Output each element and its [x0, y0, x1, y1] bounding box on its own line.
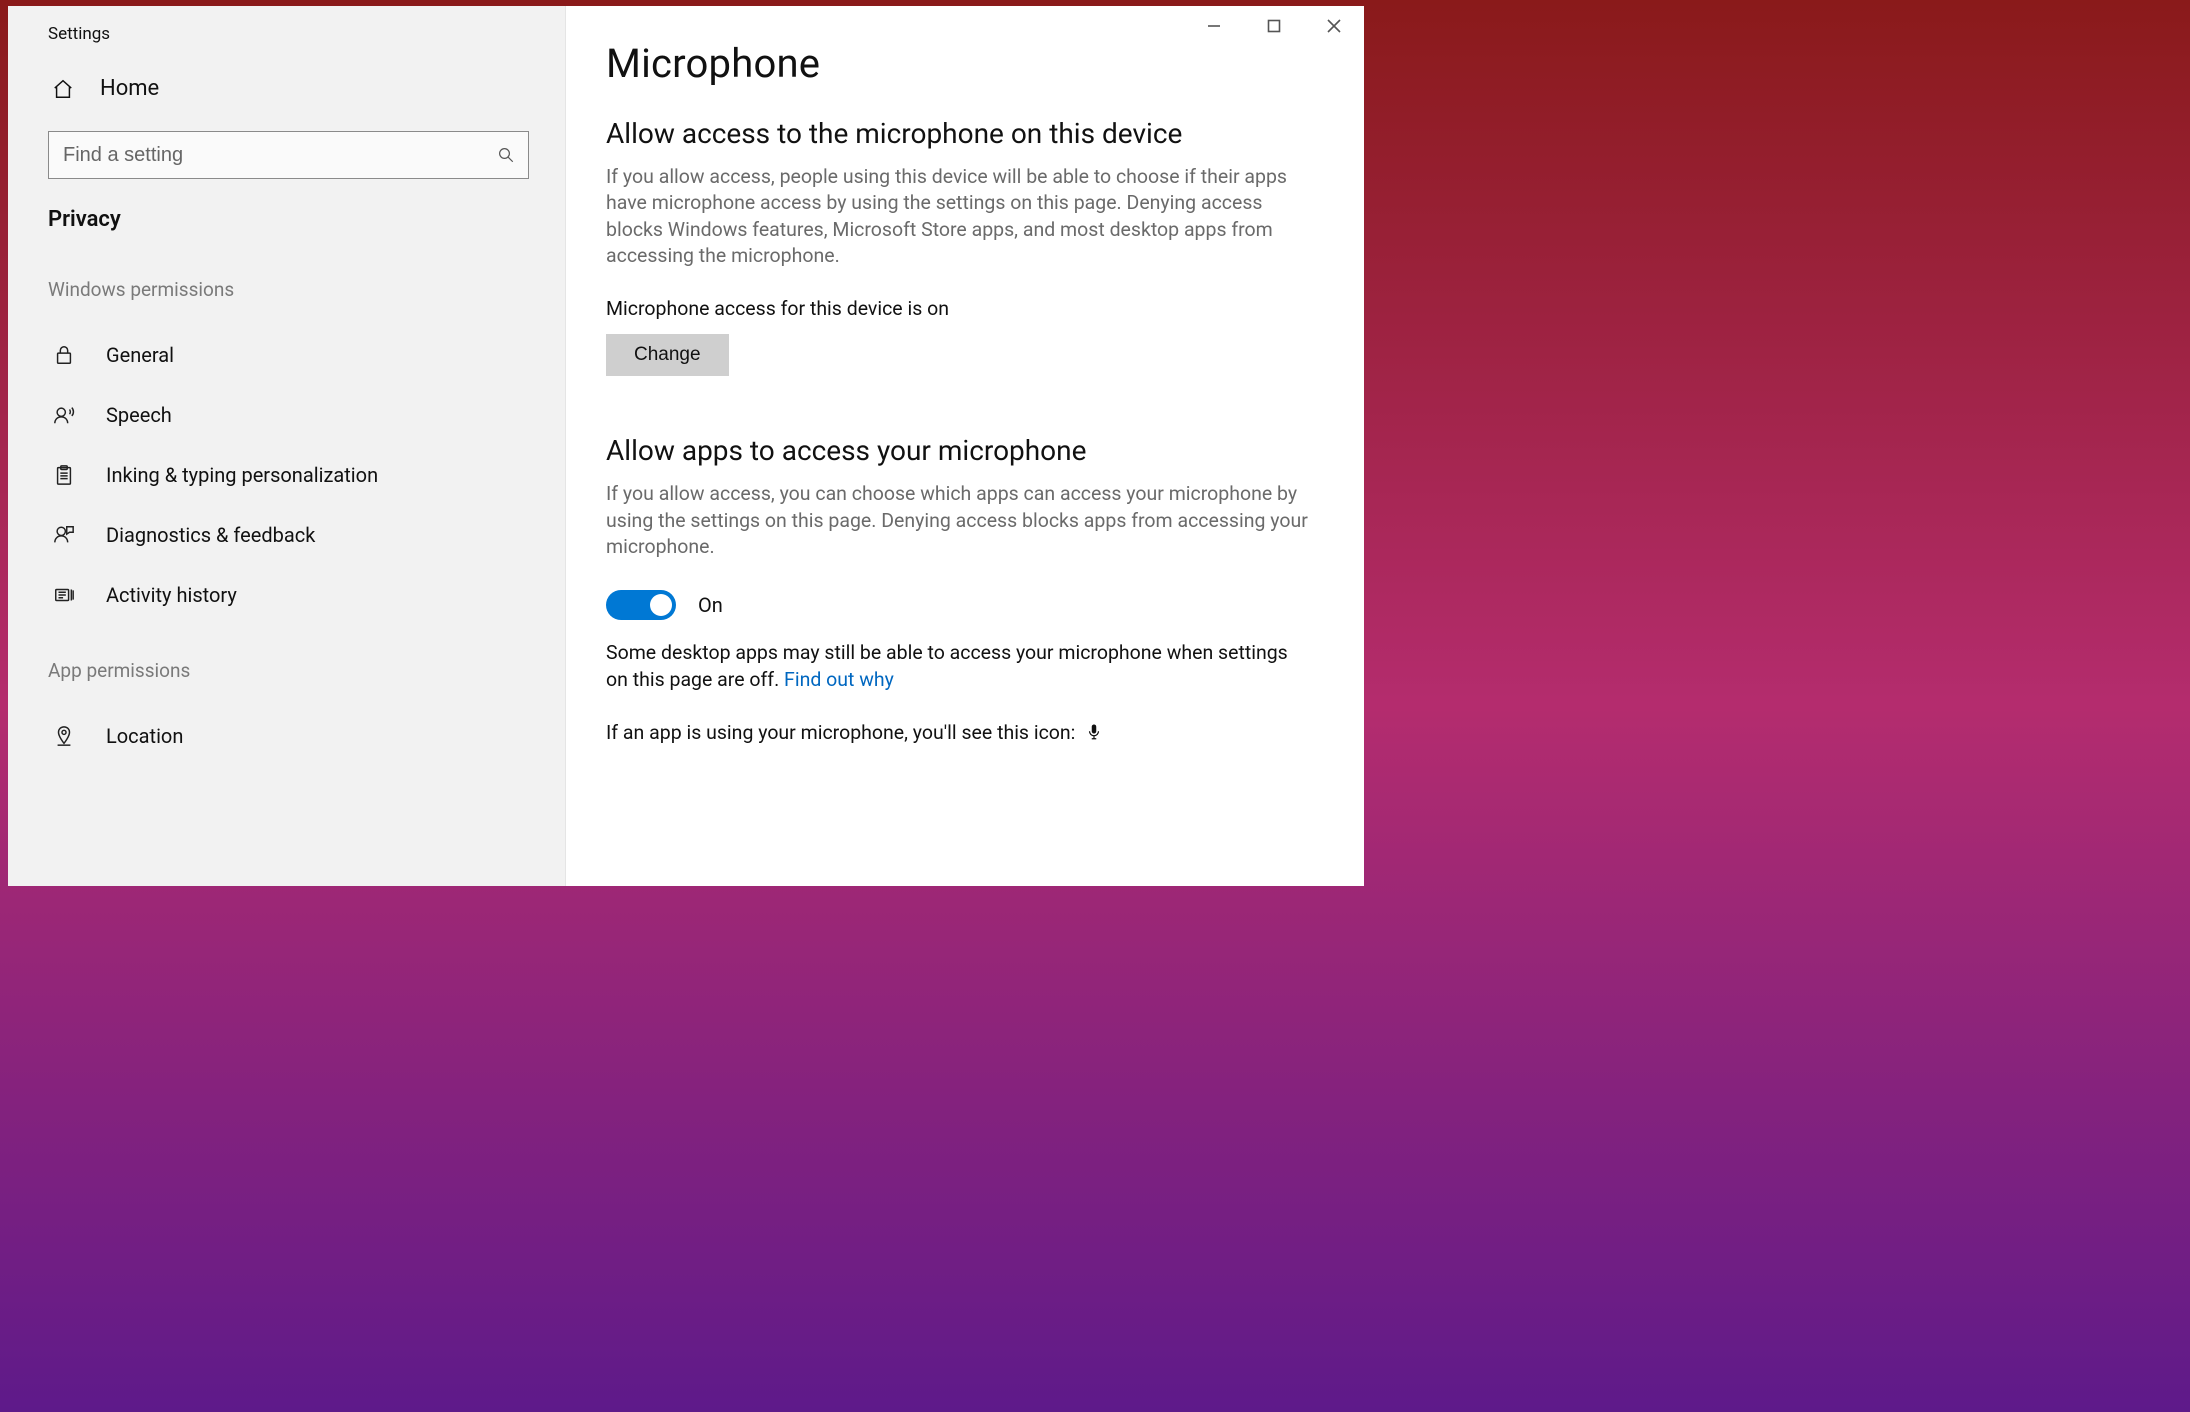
section2-heading: Allow apps to access your microphone	[606, 434, 1324, 467]
sidebar-item-label: General	[106, 343, 174, 367]
page-title: Microphone	[606, 40, 1324, 87]
feedback-icon	[52, 523, 76, 547]
change-button[interactable]: Change	[606, 334, 729, 376]
sidebar-group-windows-permissions: Windows permissions	[8, 278, 565, 325]
section1-body: If you allow access, people using this d…	[606, 164, 1324, 269]
desktop-apps-note: Some desktop apps may still be able to a…	[606, 641, 1288, 690]
speech-icon	[52, 403, 76, 427]
search-input[interactable]	[49, 144, 484, 167]
clipboard-icon	[52, 463, 76, 487]
allow-apps-toggle[interactable]	[606, 590, 676, 620]
sidebar-group-app-permissions: App permissions	[8, 659, 565, 706]
history-icon	[52, 583, 76, 607]
sidebar-item-general[interactable]: General	[8, 325, 565, 385]
sidebar-item-label: Speech	[106, 403, 172, 427]
toggle-knob	[650, 594, 672, 616]
close-button[interactable]	[1304, 6, 1364, 46]
microphone-icon	[1085, 721, 1103, 743]
search-box[interactable]	[48, 131, 529, 179]
sidebar-category: Privacy	[8, 207, 565, 278]
sidebar-item-location[interactable]: Location	[8, 706, 565, 766]
sidebar-item-label: Activity history	[106, 583, 237, 607]
minimize-button[interactable]	[1184, 6, 1244, 46]
sidebar-item-label: Location	[106, 724, 183, 748]
lock-icon	[52, 343, 76, 367]
home-icon	[52, 78, 74, 100]
sidebar-home-label: Home	[100, 76, 159, 101]
find-out-why-link[interactable]: Find out why	[784, 668, 894, 691]
mic-icon-line: If an app is using your microphone, you'…	[606, 721, 1075, 744]
search-icon	[484, 146, 528, 164]
sidebar-item-label: Inking & typing personalization	[106, 463, 378, 487]
window-title: Settings	[8, 6, 565, 76]
sidebar-home[interactable]: Home	[8, 76, 565, 131]
sidebar-item-inking[interactable]: Inking & typing personalization	[8, 445, 565, 505]
toggle-state-label: On	[698, 593, 723, 617]
main-content: Microphone Allow access to the microphon…	[566, 6, 1364, 886]
sidebar-item-label: Diagnostics & feedback	[106, 523, 315, 547]
location-icon	[52, 724, 76, 748]
sidebar: Settings Home Privacy Windows permission…	[8, 6, 566, 886]
sidebar-item-activity-history[interactable]: Activity history	[8, 565, 565, 625]
sidebar-item-speech[interactable]: Speech	[8, 385, 565, 445]
window-controls	[1184, 6, 1364, 46]
settings-window: Settings Home Privacy Windows permission…	[8, 6, 1364, 886]
section1-heading: Allow access to the microphone on this d…	[606, 117, 1324, 150]
section2-body: If you allow access, you can choose whic…	[606, 481, 1324, 560]
maximize-button[interactable]	[1244, 6, 1304, 46]
section1-status: Microphone access for this device is on	[606, 297, 1324, 320]
sidebar-item-diagnostics[interactable]: Diagnostics & feedback	[8, 505, 565, 565]
